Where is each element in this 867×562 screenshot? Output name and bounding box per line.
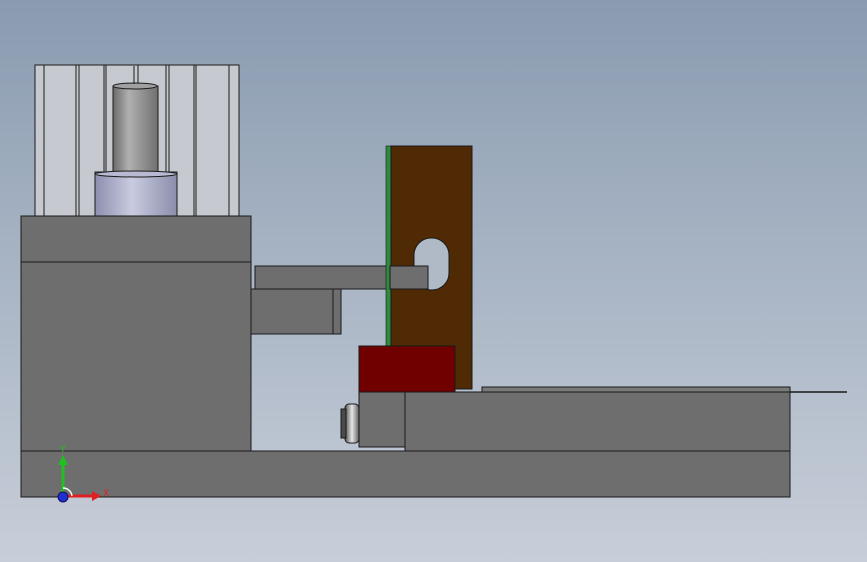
piston-rod — [112, 85, 159, 177]
adjust-knob — [344, 403, 360, 444]
cylinder-mount-top — [20, 215, 252, 263]
cylinder-mount-body — [20, 261, 252, 452]
base-plate — [20, 450, 791, 498]
axis-y-label: Y — [59, 445, 66, 455]
connecting-arm — [254, 265, 391, 290]
cad-viewport[interactable]: Y X — [0, 0, 867, 562]
assembly-drawing: Y X — [20, 64, 847, 503]
red-block — [358, 345, 456, 393]
green-strip — [385, 145, 392, 347]
arm-lower-block — [250, 288, 342, 335]
cylinder-bushing — [94, 171, 178, 218]
slide-block — [358, 391, 406, 448]
guide-rail — [404, 391, 791, 452]
axis-x-label: X — [103, 489, 109, 499]
